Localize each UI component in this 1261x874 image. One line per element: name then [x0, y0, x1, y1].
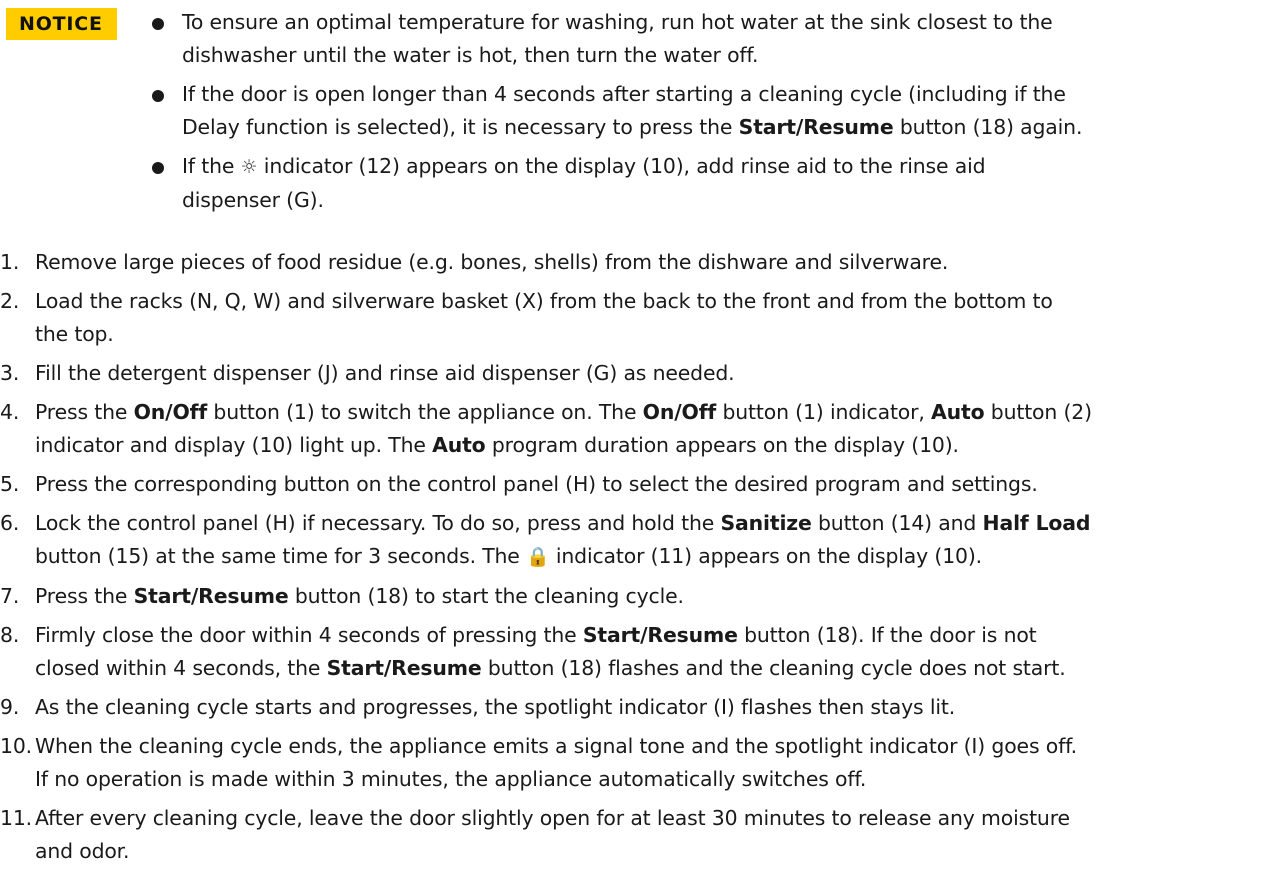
step-item: 3. Fill the detergent dispenser (J) and …: [0, 357, 1261, 390]
rinse-aid-indicator-icon: ☼: [240, 156, 258, 178]
step-item: 5. Press the corresponding button on the…: [0, 468, 1261, 501]
notice-item: If the door is open longer than 4 second…: [148, 78, 1256, 144]
step-text: Press the On/Off button (1) to switch th…: [35, 400, 1092, 457]
step-number: 3.: [0, 361, 20, 385]
lock-icon: 🔒: [526, 546, 550, 568]
step-item: 11. After every cleaning cycle, leave th…: [0, 802, 1261, 868]
step-number: 11.: [0, 806, 32, 830]
step-item: 8. Firmly close the door within 4 second…: [0, 619, 1261, 685]
step-number: 1.: [0, 250, 20, 274]
step-text: Press the corresponding button on the co…: [35, 472, 1038, 496]
step-item: 6. Lock the control panel (H) if necessa…: [0, 507, 1261, 574]
step-number: 7.: [0, 584, 20, 608]
step-item: 4. Press the On/Off button (1) to switch…: [0, 396, 1261, 462]
step-item: 2. Load the racks (N, Q, W) and silverwa…: [0, 285, 1261, 351]
step-number: 2.: [0, 289, 20, 313]
notice-badge: NOTICE: [6, 8, 117, 40]
bullet-icon: [152, 162, 164, 174]
notice-item: If the ☼ indicator (12) appears on the d…: [148, 150, 1256, 217]
step-text: Remove large pieces of food residue (e.g…: [35, 250, 949, 274]
step-item: 1. Remove large pieces of food residue (…: [0, 246, 1261, 279]
bullet-icon: [152, 90, 164, 102]
step-number: 5.: [0, 472, 20, 496]
step-text: Load the racks (N, Q, W) and silverware …: [35, 289, 1053, 346]
step-number: 6.: [0, 511, 20, 535]
step-number: 10.: [0, 734, 32, 758]
step-text: After every cleaning cycle, leave the do…: [35, 806, 1070, 863]
notice-list: To ensure an optimal temperature for was…: [148, 6, 1256, 223]
notice-item-text: To ensure an optimal temperature for was…: [182, 10, 1053, 67]
step-item: 7. Press the Start/Resume button (18) to…: [0, 580, 1261, 613]
step-text: Firmly close the door within 4 seconds o…: [35, 623, 1066, 680]
notice-item-text: If the door is open longer than 4 second…: [182, 82, 1083, 139]
steps-list: 1. Remove large pieces of food residue (…: [0, 246, 1261, 874]
step-text: Fill the detergent dispenser (J) and rin…: [35, 361, 735, 385]
step-text: As the cleaning cycle starts and progres…: [35, 695, 956, 719]
step-text: Lock the control panel (H) if necessary.…: [35, 511, 1091, 568]
step-item: 10. When the cleaning cycle ends, the ap…: [0, 730, 1261, 796]
notice-item-text: If the ☼ indicator (12) appears on the d…: [182, 154, 986, 212]
step-text: When the cleaning cycle ends, the applia…: [35, 734, 1077, 791]
instruction-page: NOTICE To ensure an optimal temperature …: [0, 0, 1261, 863]
step-text: Press the Start/Resume button (18) to st…: [35, 584, 684, 608]
step-number: 4.: [0, 400, 20, 424]
step-number: 8.: [0, 623, 20, 647]
notice-item: To ensure an optimal temperature for was…: [148, 6, 1256, 72]
step-number: 9.: [0, 695, 20, 719]
bullet-icon: [152, 18, 164, 30]
step-item: 9. As the cleaning cycle starts and prog…: [0, 691, 1261, 724]
